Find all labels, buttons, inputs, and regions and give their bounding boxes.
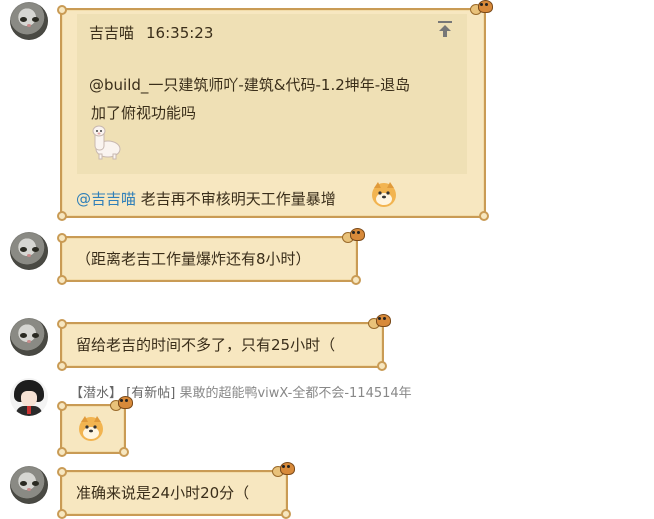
- avatar-eye: [32, 247, 39, 252]
- alpaca-sticker: [92, 125, 121, 160]
- message-text: （距离老吉工作量爆炸还有8小时）: [76, 250, 311, 268]
- message-text: @吉吉喵 老吉再不审核明天工作量暴增: [76, 188, 336, 209]
- bubble-corner: [57, 5, 67, 15]
- bubble-corner: [57, 361, 67, 371]
- bubble-corner: [479, 211, 489, 221]
- message-text: 留给老吉的时间不多了，只有25小时（: [76, 336, 336, 354]
- quote-text-line: 加了俯视功能吗: [91, 104, 197, 122]
- avatar-nose: [27, 340, 31, 343]
- avatar-eye: [20, 481, 27, 486]
- bubble-corner: [119, 447, 129, 457]
- bubble-corner: [57, 275, 67, 285]
- bubble-corner: [57, 233, 67, 243]
- avatar-eye: [20, 247, 27, 252]
- bubble-corner: [377, 361, 387, 371]
- bubble-corner: [57, 211, 67, 221]
- new-post-tag[interactable]: [有新帖]: [126, 386, 175, 401]
- user-avatar[interactable]: [10, 232, 48, 270]
- avatar-eye: [32, 17, 39, 22]
- cat-decoration-icon: [342, 228, 365, 243]
- avatar-eye: [20, 17, 27, 22]
- avatar-face: [21, 391, 37, 407]
- user-avatar[interactable]: [10, 318, 48, 356]
- avatar-nose: [27, 24, 31, 27]
- cat-decoration-icon: [470, 0, 493, 15]
- avatar-tie: [27, 406, 31, 414]
- avatar-nose: [27, 488, 31, 491]
- shiba-emoji: [372, 182, 396, 207]
- bubble-corner: [57, 447, 67, 457]
- quote-text-line: @build_一只建筑师吖-建筑&代码-1.2坤年-退岛: [89, 76, 411, 94]
- avatar-eye: [32, 481, 39, 486]
- shiba-emoji: [79, 416, 103, 441]
- avatar-nose: [27, 254, 31, 257]
- pin-to-top-icon[interactable]: [437, 20, 453, 38]
- cat-decoration-icon: [110, 396, 133, 411]
- mention-link[interactable]: @吉吉喵: [76, 190, 136, 208]
- quote-time: 16:35:23: [146, 24, 214, 42]
- message-text: 准确来说是24小时20分（: [76, 484, 250, 502]
- cat-decoration-icon: [272, 462, 295, 477]
- bubble-corner: [351, 275, 361, 285]
- bubble-corner: [57, 467, 67, 477]
- bubble-corner: [57, 319, 67, 329]
- cat-decoration-icon: [368, 314, 391, 329]
- bubble-corner: [57, 401, 67, 411]
- quote-header: 吉吉喵 16:35:23: [89, 22, 213, 43]
- quoted-message[interactable]: 吉吉喵 16:35:23 @build_一只建筑师吖-建筑&代码-1.2坤年-退岛…: [77, 14, 467, 174]
- quote-author: 吉吉喵: [89, 24, 135, 42]
- sender-name[interactable]: 果敢的超能鸭viwX-全都不会-114514年: [179, 386, 411, 401]
- user-avatar[interactable]: [10, 466, 48, 504]
- message-body: 老吉再不审核明天工作量暴增: [140, 190, 336, 208]
- avatar-eye: [32, 333, 39, 338]
- user-avatar[interactable]: [10, 2, 48, 40]
- user-avatar[interactable]: [10, 378, 48, 416]
- avatar-eye: [20, 333, 27, 338]
